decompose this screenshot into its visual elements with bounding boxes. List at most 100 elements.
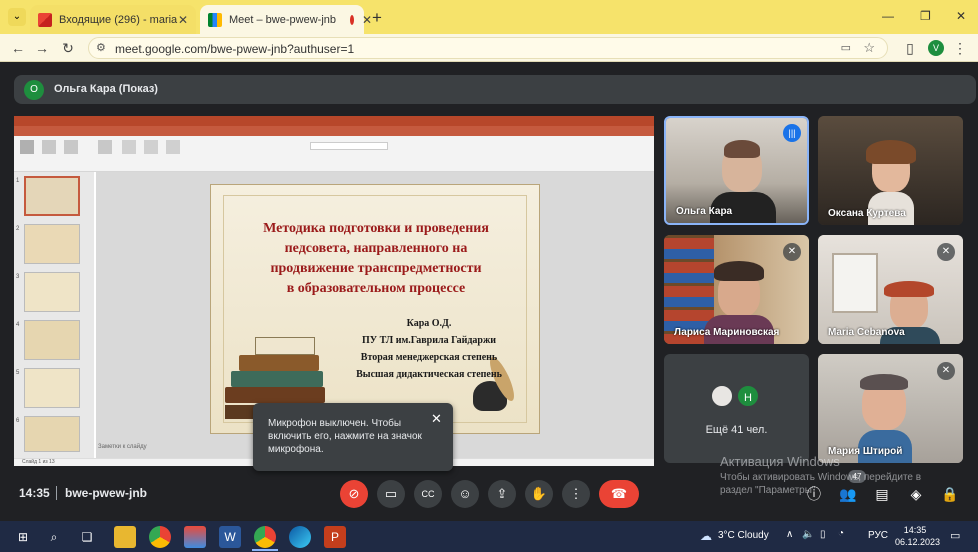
profile-avatar[interactable]: V [928, 40, 944, 56]
powerpoint-icon[interactable]: P [324, 526, 346, 548]
address-bar[interactable]: ⚙ meet.google.com/bwe-pwew-jnb?authuser=… [88, 37, 888, 59]
participant-tile[interactable]: ||| Ольга Кара [664, 116, 809, 225]
bookmark-star-icon[interactable]: ☆ [863, 40, 875, 56]
slide-thumbnail[interactable] [24, 416, 80, 452]
ppt-ribbon [14, 136, 654, 172]
host-controls-icon[interactable]: 🔒 [940, 484, 960, 504]
input-language[interactable]: РУС [868, 530, 888, 541]
tab-search-button[interactable]: ⌄ [8, 8, 26, 26]
thumbnail-number: 1 [16, 178, 20, 184]
windows-taskbar: ⊞ ⌕ ❏ W P ☁ 3°C Cloudy ∧ 🔈 ▯ ◔ РУС 14:35… [0, 521, 978, 552]
window-background [832, 253, 878, 313]
maximize-button[interactable]: ❐ [920, 9, 931, 23]
speaker-icon[interactable]: 🔈 [802, 529, 814, 540]
tray-chevron-icon[interactable]: ∧ [786, 529, 793, 540]
tab-meet[interactable]: Meet – bwe-pwew-jnb ✕ [200, 5, 372, 34]
close-window-button[interactable]: ✕ [956, 9, 966, 23]
toast-close-icon[interactable]: ✕ [431, 411, 442, 427]
browser-tab-bar: ⌄ Входящие (296) - maria.stiroi@ ✕ Meet … [0, 0, 978, 34]
ppt-ribbon-tabs [14, 126, 654, 136]
weather-cloud-icon[interactable]: ☁ [700, 529, 712, 543]
chrome-active-icon[interactable] [254, 526, 276, 548]
new-tab-button[interactable]: + [372, 8, 382, 28]
participant-name: Maria Cebanova [828, 327, 905, 338]
presenter-avatar: О [24, 80, 44, 100]
slide-author-block: Кара О.Д. ПУ ТЛ им.Гаврила Гайдаржи Втор… [329, 315, 529, 383]
presenter-banner: О Ольга Кара (Показ) [14, 75, 976, 104]
others-avatar-letter: H [736, 384, 760, 408]
back-arrow-icon[interactable]: ← [8, 38, 28, 58]
mic-off-button[interactable]: ⊘ [340, 480, 368, 508]
leave-call-button[interactable]: ☎ [599, 480, 639, 508]
forward-arrow-icon[interactable]: → [32, 38, 52, 58]
cast-icon[interactable]: ▭ [841, 41, 851, 54]
others-avatar-photo [710, 384, 734, 408]
camera-button[interactable]: ▭ [377, 480, 405, 508]
thumbnail-number: 6 [16, 418, 20, 424]
meeting-code: bwe-pwew-jnb [65, 486, 147, 500]
search-icon[interactable]: ⌕ [43, 526, 65, 548]
emoji-button[interactable]: ☺ [451, 480, 479, 508]
participant-tile[interactable]: ✕ Лариса Мариновская [664, 235, 809, 344]
participant-tile[interactable]: ✕ Maria Cebanova [818, 235, 963, 344]
active-app-underline [252, 549, 278, 551]
participant-tile[interactable]: Оксана Куртева [818, 116, 963, 225]
slide-thumbnail[interactable] [24, 368, 80, 408]
stacks-app-icon[interactable] [184, 526, 206, 548]
windows-start-icon[interactable]: ⊞ [12, 526, 34, 548]
wifi-icon[interactable]: ◔ [838, 528, 844, 539]
slide-counter: Слайд 1 из 13 [22, 459, 55, 465]
site-info-icon[interactable]: ⚙ [96, 41, 106, 54]
mic-muted-toast: Микрофон выключен. Чтобы включить его, н… [253, 403, 453, 471]
muted-mic-icon: ✕ [937, 362, 955, 380]
toast-message: Микрофон выключен. Чтобы включить его, н… [268, 418, 422, 455]
notifications-icon[interactable]: ▭ [950, 529, 960, 542]
slide-title-line: Методика подготовки и проведения [263, 221, 489, 236]
tab-meet-close-icon[interactable]: ✕ [362, 13, 372, 27]
slide-main[interactable]: Методика подготовки и проведения педсове… [210, 184, 540, 434]
task-view-icon[interactable]: ❏ [76, 526, 98, 548]
sidebar-icon[interactable]: ▯ [900, 38, 920, 58]
others-tile[interactable]: H Ещё 41 чел. [664, 354, 809, 463]
file-explorer-icon[interactable] [114, 526, 136, 548]
slide-author-line: Высшая дидактическая степень [356, 369, 502, 380]
slide-title-line: продвижение транспредметности [270, 261, 482, 276]
windows-activation-watermark: Активация Windows Чтобы активировать Win… [720, 454, 921, 496]
raise-hand-button[interactable]: ✋ [525, 480, 553, 508]
tab-gmail[interactable]: Входящие (296) - maria.stiroi@ ✕ [30, 5, 196, 34]
participant-name: Ольга Кара [676, 206, 733, 217]
tab-gmail-close-icon[interactable]: ✕ [178, 13, 188, 27]
url-text[interactable]: meet.google.com/bwe-pwew-jnb?authuser=1 [115, 42, 354, 56]
slide-notes[interactable]: Заметки к слайду [98, 444, 147, 450]
watermark-title: Активация Windows [720, 454, 840, 469]
menu-kebab-icon[interactable]: ⋮ [950, 38, 970, 58]
meeting-clock: 14:35 [19, 486, 50, 500]
slide-title-line: в образовательном процессе [286, 281, 466, 296]
word-icon[interactable]: W [219, 526, 241, 548]
clock-time: 14:35 [903, 525, 927, 535]
thumbnail-number: 5 [16, 370, 20, 376]
muted-mic-icon: ✕ [783, 243, 801, 261]
clock-date: 06.12.2023 [895, 537, 941, 547]
participant-tile[interactable]: ✕ Мария Штирой [818, 354, 963, 463]
tab-meet-label: Meet – bwe-pwew-jnb [229, 13, 336, 26]
present-button[interactable]: ⇪ [488, 480, 516, 508]
chrome-icon[interactable] [149, 526, 171, 548]
edge-icon[interactable] [289, 526, 311, 548]
slide-title-line: педсовета, направленного на [284, 241, 468, 256]
slide-thumbnail[interactable] [24, 224, 80, 264]
more-options-button[interactable]: ⋮ [562, 480, 590, 508]
weather-text[interactable]: 3°C Cloudy [718, 530, 769, 541]
minimize-button[interactable]: — [882, 9, 894, 23]
slide-thumbnail[interactable] [24, 320, 80, 360]
gmail-icon [38, 12, 52, 27]
slide-thumbnail[interactable] [24, 272, 80, 312]
slide-thumbnail[interactable] [24, 176, 80, 216]
others-count-label: Ещё 41 чел. [705, 424, 768, 436]
taskbar-clock[interactable]: 14:35 06.12.2023 [895, 524, 941, 548]
browser-toolbar: ← → ↻ ⚙ meet.google.com/bwe-pwew-jnb?aut… [0, 34, 978, 62]
meet-icon [208, 12, 222, 27]
captions-button[interactable]: CC [414, 480, 442, 508]
reload-icon[interactable]: ↻ [58, 38, 78, 58]
network-icon[interactable]: ▯ [820, 529, 826, 540]
